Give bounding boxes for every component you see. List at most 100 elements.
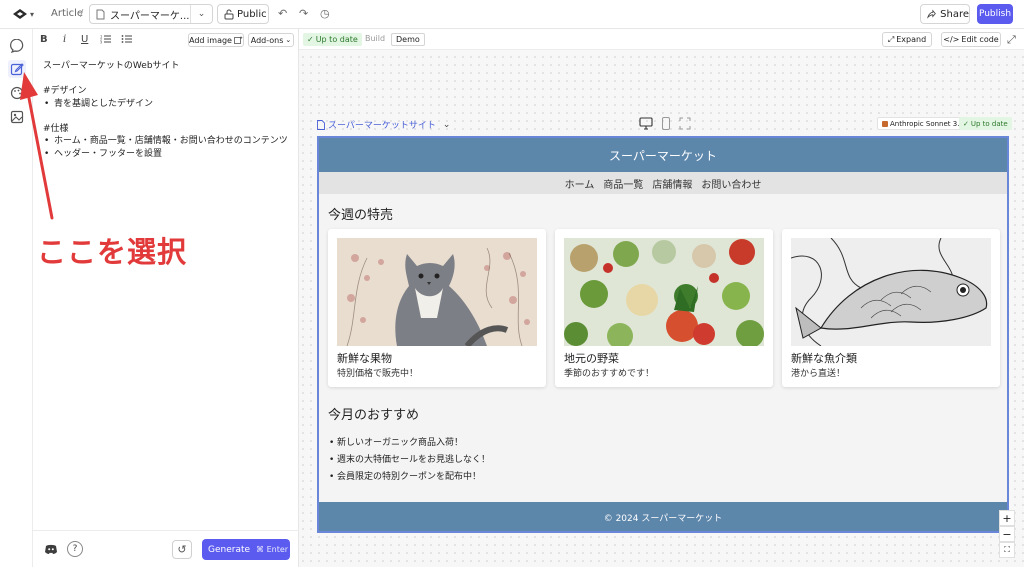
list-item: ホーム・商品一覧・店舗情報・お問い合わせのコンテンツ [43, 135, 293, 148]
model-badge: Anthropic Sonnet 3.5 [877, 117, 969, 130]
fit-view-icon[interactable] [679, 117, 691, 130]
chevron-down-icon: ⌄ [285, 36, 292, 44]
product-card[interactable]: 新鮮な果物 特別価格で販売中！ [328, 229, 546, 387]
mobile-view-icon[interactable] [661, 117, 671, 130]
model-status-badge: ✓ Up to date [959, 117, 1012, 130]
status-label: Up to date [315, 35, 358, 44]
edit-icon[interactable] [8, 60, 26, 78]
product-description: 港から直送！ [791, 369, 846, 379]
document-icon [317, 119, 325, 130]
expand-button[interactable]: ⤢ Expand [882, 32, 932, 47]
weekly-sale-title: 今週の特売 [328, 208, 394, 223]
share-icon [927, 9, 936, 19]
chevron-down-icon[interactable]: ⌄ [190, 5, 212, 23]
image-icon[interactable] [8, 108, 26, 126]
site-selector[interactable]: スーパーマーケットサイト ⌄ [317, 118, 450, 131]
zoom-out-button[interactable]: − [999, 526, 1015, 542]
preview-pane: ✓ Up to date Build Demo ⤢ Expand </> Edi… [299, 29, 1024, 567]
product-title: 新鮮な果物 [337, 352, 392, 365]
tab-demo[interactable]: Demo [391, 33, 425, 46]
expand-label: Expand [896, 35, 927, 44]
recommendations-list: 新しいオーガニック商品入荷！ 週末の大特価セールをお見逃しなく！ 会員限定の特別… [329, 435, 490, 486]
product-description: 特別価格で販売中！ [337, 369, 419, 379]
bold-button[interactable]: B [40, 34, 48, 45]
generate-label: Generate [208, 544, 251, 555]
addons-dropdown[interactable]: Add-ons ⌄ [248, 33, 294, 47]
product-description: 季節のおすすめです！ [564, 369, 655, 379]
history-icon[interactable]: ◷ [320, 7, 330, 20]
chevron-down-icon: ⌄ [442, 119, 451, 130]
discord-icon[interactable] [44, 542, 58, 556]
desktop-view-icon[interactable] [639, 117, 653, 130]
fullscreen-icon[interactable]: ⤢ [1007, 33, 1016, 47]
product-card[interactable]: 地元の野菜 季節のおすすめです！ [555, 229, 773, 387]
list-item: 週末の大特価セールをお見逃しなく！ [329, 452, 490, 469]
app-logo[interactable]: ▾ [12, 7, 38, 21]
reset-icon[interactable]: ↺ [172, 540, 192, 559]
left-rail [0, 29, 33, 567]
edit-code-button[interactable]: </> Edit code [941, 32, 1001, 47]
prompt-spec-heading: #仕様 [43, 123, 69, 134]
prompt-spec-list: ホーム・商品一覧・店舗情報・お問い合わせのコンテンツ ヘッダー・フッターを設置 [43, 135, 293, 160]
model-name: Anthropic Sonnet 3.5 [890, 119, 964, 128]
image-plus-icon [234, 36, 243, 44]
nav-link-contact[interactable]: お問い合わせ [701, 176, 761, 191]
add-image-button[interactable]: Add image [188, 33, 244, 47]
top-bar: ▾ Article / スーパーマーケ... ⌄ Public ↶ ↷ ◷ Sh… [0, 0, 1024, 29]
ordered-list-icon[interactable]: 123 [100, 34, 112, 47]
document-icon [96, 9, 105, 19]
model-status-label: Up to date [970, 119, 1008, 128]
editor-footer: ? ↺ Generate ⌘ Enter [33, 530, 299, 567]
nav-link-home[interactable]: ホーム [565, 176, 595, 191]
breadcrumb-separator: / [80, 8, 84, 19]
list-item: 新しいオーガニック商品入荷！ [329, 435, 490, 452]
prompt-editor: B i U 123 Add image Add-ons ⌄ スーパーマーケットの… [33, 29, 299, 567]
visibility-button[interactable]: Public [217, 4, 269, 24]
code-icon: </> [943, 35, 960, 44]
site-header: スーパーマーケット [319, 138, 1007, 172]
generate-shortcut: ⌘ Enter [256, 545, 289, 554]
redo-icon[interactable]: ↷ [299, 7, 308, 20]
bullet-list-icon[interactable] [121, 34, 133, 47]
undo-icon[interactable]: ↶ [278, 7, 287, 20]
italic-button[interactable]: i [63, 34, 66, 45]
expand-icon: ⤢ [887, 34, 895, 44]
breadcrumb-article[interactable]: Article [51, 8, 83, 19]
addons-label: Add-ons [250, 35, 284, 45]
site-footer: © 2024 スーパーマーケット [319, 502, 1007, 531]
share-button[interactable]: Share [920, 4, 970, 24]
check-icon: ✓ [307, 35, 314, 44]
chat-icon[interactable] [8, 37, 26, 55]
document-selector[interactable]: スーパーマーケ... ⌄ [89, 4, 213, 24]
lock-icon [224, 9, 234, 19]
product-title: 地元の野菜 [564, 352, 619, 365]
list-item: ヘッダー・フッターを設置 [43, 148, 293, 161]
check-icon: ✓ [963, 119, 969, 128]
nav-link-products[interactable]: 商品一覧 [603, 176, 643, 191]
site-selector-label: スーパーマーケットサイト [328, 121, 436, 131]
product-card[interactable]: 新鮮な魚介類 港から直送！ [782, 229, 1000, 387]
underline-button[interactable]: U [81, 34, 88, 45]
monthly-recommendations-title: 今月のおすすめ [328, 408, 420, 423]
product-title: 新鮮な魚介類 [791, 352, 857, 365]
rendered-site: スーパーマーケット ホーム 商品一覧 店舗情報 お問い合わせ 今週の特売 新鮮な… [317, 136, 1009, 533]
list-item: 会員限定の特別クーポンを配布中！ [329, 469, 490, 486]
product-image [564, 238, 764, 346]
list-item: 青を基調としたデザイン [43, 98, 293, 111]
tab-build[interactable]: Build [365, 34, 385, 43]
palette-icon[interactable] [8, 84, 26, 102]
logo-icon [13, 9, 27, 19]
publish-button[interactable]: Publish [977, 4, 1013, 24]
help-button[interactable]: ? [67, 541, 83, 557]
visibility-label: Public [237, 8, 267, 20]
share-label: Share [940, 8, 969, 20]
svg-text:3: 3 [100, 41, 102, 45]
preview-toolbar: ✓ Up to date Build Demo ⤢ Expand </> Edi… [299, 29, 1024, 50]
generate-button[interactable]: Generate ⌘ Enter [202, 539, 290, 560]
fit-screen-icon[interactable]: ⛶ [999, 542, 1015, 558]
prompt-textarea[interactable]: スーパーマーケットのWebサイト #デザイン 青を基調としたデザイン #仕様 ホ… [43, 60, 293, 160]
site-nav: ホーム 商品一覧 店舗情報 お問い合わせ [319, 172, 1007, 194]
prompt-title: スーパーマーケットのWebサイト [43, 61, 180, 71]
nav-link-store-info[interactable]: 店舗情報 [652, 176, 692, 191]
zoom-in-button[interactable]: + [999, 510, 1015, 526]
